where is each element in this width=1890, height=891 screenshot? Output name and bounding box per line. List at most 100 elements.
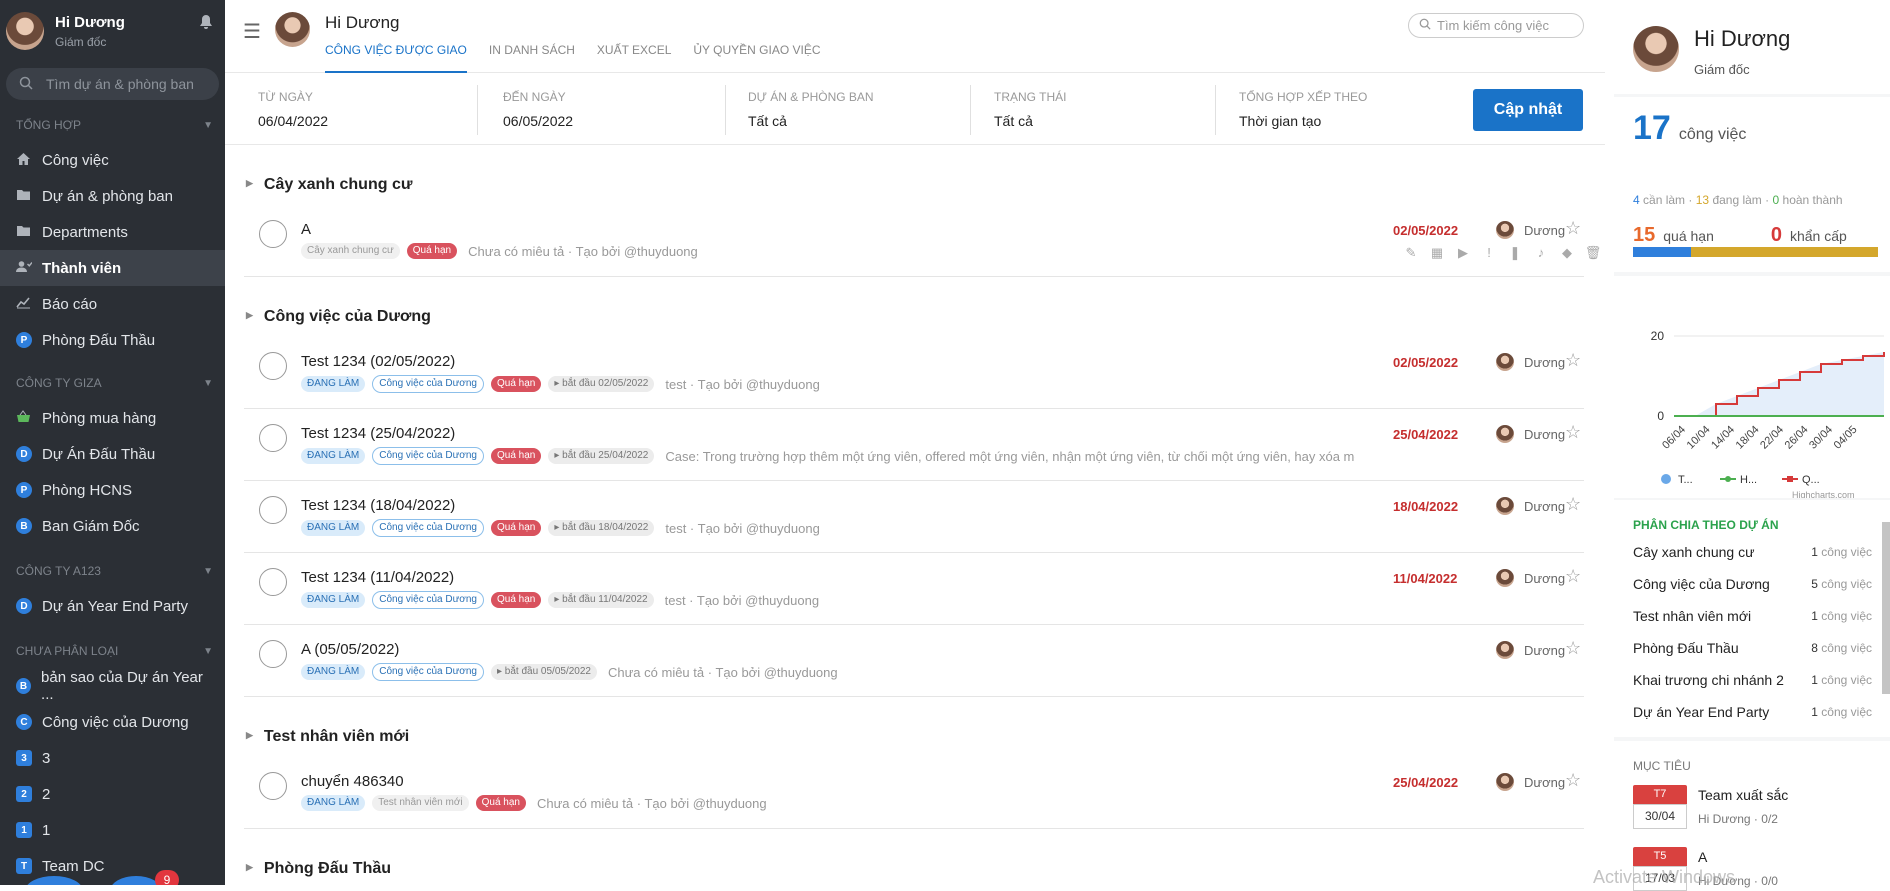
filter-status[interactable]: TRẠNG THÁI Tất cả <box>994 90 1066 129</box>
sidebar-item[interactable]: Thành viên <box>0 250 225 286</box>
complete-checkbox[interactable] <box>259 352 287 380</box>
caret-right-icon[interactable]: ▶ <box>246 730 253 741</box>
goal-name[interactable]: Team xuất sắc <box>1698 787 1788 803</box>
menu-icon[interactable]: ☰ <box>243 19 261 44</box>
sidebar-item-label: Phòng Đấu Thầu <box>42 331 156 349</box>
star-icon[interactable]: ☆ <box>1565 638 1581 659</box>
task-row[interactable]: Test 1234 (18/04/2022) ĐANG LÀM Công việc … <box>244 481 1584 553</box>
filter-from-label: TỪ NGÀY <box>258 90 313 104</box>
task-title[interactable]: Test 1234 (11/04/2022) <box>301 569 454 586</box>
chevron-down-icon[interactable]: ▼ <box>203 378 213 389</box>
sidebar-section-header[interactable]: TỔNG HỢP ▼ <box>0 108 225 142</box>
sidebar-item[interactable]: T Team DC <box>0 848 225 884</box>
task-tag: ▸ bắt đầu 25/04/2022 <box>548 448 655 464</box>
task-row[interactable]: Test 1234 (11/04/2022) ĐANG LÀM Công việc … <box>244 553 1584 625</box>
task-title[interactable]: A (05/05/2022) <box>301 641 399 658</box>
project-row[interactable]: Test nhân viên mới 1 công việc <box>1614 600 1890 632</box>
tab-2[interactable]: IN DANH SÁCH <box>489 43 575 73</box>
task-row[interactable]: A (05/05/2022) ĐANG LÀM Công việc của Dươn… <box>244 625 1584 697</box>
group-header[interactable]: ▶ Test nhân viên mới <box>225 697 1584 757</box>
complete-checkbox[interactable] <box>259 424 287 452</box>
chevron-down-icon[interactable]: ▼ <box>203 120 213 131</box>
task-title[interactable]: Test 1234 (18/04/2022) <box>301 497 455 514</box>
sidebar-section-header[interactable]: CÔNG TY GIZA ▼ <box>0 366 225 400</box>
trash-icon[interactable]: 🗑 <box>1580 245 1606 261</box>
task-row[interactable]: Test 1234 (02/05/2022) ĐANG LÀM Công việc … <box>244 337 1584 409</box>
star-icon[interactable]: ☆ <box>1565 566 1581 587</box>
bell-icon[interactable] <box>199 14 213 33</box>
tab-3[interactable]: XUẤT EXCEL <box>597 43 671 73</box>
task-search-input[interactable]: Tìm kiếm công việc <box>1408 13 1584 38</box>
sidebar-item[interactable]: P Phòng HCNS <box>0 472 225 508</box>
sidebar-section-header[interactable]: CHƯA PHÂN LOẠI ▼ <box>0 634 225 668</box>
sidebar-item[interactable]: Báo cáo <box>0 286 225 322</box>
sidebar-item[interactable]: Departments <box>0 214 225 250</box>
project-row[interactable]: Công việc của Dương 5 công việc <box>1614 568 1890 600</box>
update-button[interactable]: Cập nhật <box>1473 89 1583 131</box>
tab-4[interactable]: ỦY QUYỀN GIAO VIỆC <box>693 43 820 73</box>
group-header[interactable]: ▶ Công việc của Dương <box>225 277 1584 337</box>
project-row[interactable]: Dự án Year End Party 1 công việc <box>1614 696 1890 728</box>
sidebar-search[interactable]: Tìm dự án & phòng ban <box>6 68 219 100</box>
project-row[interactable]: Cây xanh chung cư 1 công việc <box>1614 536 1890 568</box>
sidebar-item[interactable]: Phòng mua hàng <box>0 400 225 436</box>
star-icon[interactable]: ☆ <box>1565 422 1581 443</box>
edit-icon[interactable]: ✎ <box>1398 245 1424 261</box>
star-icon[interactable]: ☆ <box>1565 494 1581 515</box>
task-title[interactable]: A <box>301 221 311 238</box>
project-row[interactable]: Khai trương chi nhánh 2 1 công việc <box>1614 664 1890 696</box>
sidebar-item[interactable]: C Công việc của Dương <box>0 704 225 740</box>
complete-checkbox[interactable] <box>259 772 287 800</box>
alert-icon[interactable]: ! <box>1476 245 1502 261</box>
star-icon[interactable]: ☆ <box>1565 350 1581 371</box>
sidebar-section-header[interactable]: CÔNG TY A123 ▼ <box>0 554 225 588</box>
play-icon[interactable]: ▶ <box>1450 245 1476 261</box>
sidebar-item[interactable]: P Phòng Đấu Thầu <box>0 322 225 358</box>
sidebar-item[interactable]: B Ban Giám Đốc <box>0 508 225 544</box>
complete-checkbox[interactable] <box>259 220 287 248</box>
complete-checkbox[interactable] <box>259 568 287 596</box>
project-badge-icon: 3 <box>16 750 32 766</box>
caret-right-icon[interactable]: ▶ <box>246 862 253 873</box>
task-row[interactable]: A Cây xanh chung cư Quá hạn Chưa có miêu tả… <box>244 205 1601 277</box>
sidebar-user[interactable]: Hi Dương Giám đốc <box>0 0 225 62</box>
sidebar-item[interactable]: 33 <box>0 740 225 776</box>
sidebar-item[interactable]: D Dự Án Đấu Thầu <box>0 436 225 472</box>
complete-checkbox[interactable] <box>259 640 287 668</box>
group-header[interactable]: ▶ Phòng Đấu Thầu <box>225 829 1584 889</box>
line-chart: 0 20 06/0410/0414/0418/0422/0426/0430/0404… <box>1651 329 1885 500</box>
caret-right-icon[interactable]: ▶ <box>246 310 253 321</box>
task-row[interactable]: Test 1234 (25/04/2022) ĐANG LÀM Công việc … <box>244 409 1584 481</box>
project-count-unit: công việc <box>1821 641 1872 655</box>
tab-1[interactable]: CÔNG VIỆC ĐƯỢC GIAO <box>325 43 467 73</box>
filter-to[interactable]: ĐẾN NGÀY 06/05/2022 <box>503 90 573 129</box>
bell-icon[interactable]: ♪ <box>1528 245 1554 261</box>
star-icon[interactable]: ☆ <box>1565 218 1581 239</box>
group-header[interactable]: ▶ Cây xanh chung cư <box>225 145 1584 205</box>
chevron-down-icon[interactable]: ▼ <box>203 646 213 657</box>
complete-checkbox[interactable] <box>259 496 287 524</box>
filter-from[interactable]: TỪ NGÀY 06/04/2022 <box>258 90 328 129</box>
task-title[interactable]: Test 1234 (02/05/2022) <box>301 353 455 370</box>
task-title[interactable]: Test 1234 (25/04/2022) <box>301 425 455 442</box>
filter-project[interactable]: DỰ ÁN & PHÒNG BAN Tất cả <box>748 90 874 129</box>
star-icon[interactable]: ☆ <box>1565 770 1581 791</box>
goal-name[interactable]: A <box>1698 849 1707 865</box>
task-title[interactable]: chuyển 486340 <box>301 773 404 790</box>
sidebar-item[interactable]: Dự án & phòng ban <box>0 178 225 214</box>
sidebar-item[interactable]: 11 <box>0 812 225 848</box>
sidebar-item[interactable]: Bbản sao của Dự án Year ... <box>0 668 225 704</box>
project-row[interactable]: Phòng Đấu Thầu 8 công việc <box>1614 632 1890 664</box>
caret-right-icon[interactable]: ▶ <box>246 178 253 189</box>
bookmark-icon[interactable]: ❚ <box>1502 245 1528 261</box>
sidebar-item[interactable]: D Dự án Year End Party <box>0 588 225 624</box>
chevron-down-icon[interactable]: ▼ <box>203 566 213 577</box>
sidebar-item[interactable]: 22 <box>0 776 225 812</box>
task-row[interactable]: chuyển 486340 ĐANG LÀM Test nhân viên mới Q… <box>244 757 1584 829</box>
tag-icon[interactable]: ◆ <box>1554 245 1580 261</box>
avatar[interactable] <box>6 12 44 50</box>
scrollbar[interactable] <box>1882 522 1890 694</box>
calendar-icon[interactable]: ▦ <box>1424 245 1450 261</box>
sidebar-item[interactable]: Công việc <box>0 142 225 178</box>
filter-sort[interactable]: TỔNG HỢP XẾP THEO Thời gian tạo <box>1239 90 1367 129</box>
